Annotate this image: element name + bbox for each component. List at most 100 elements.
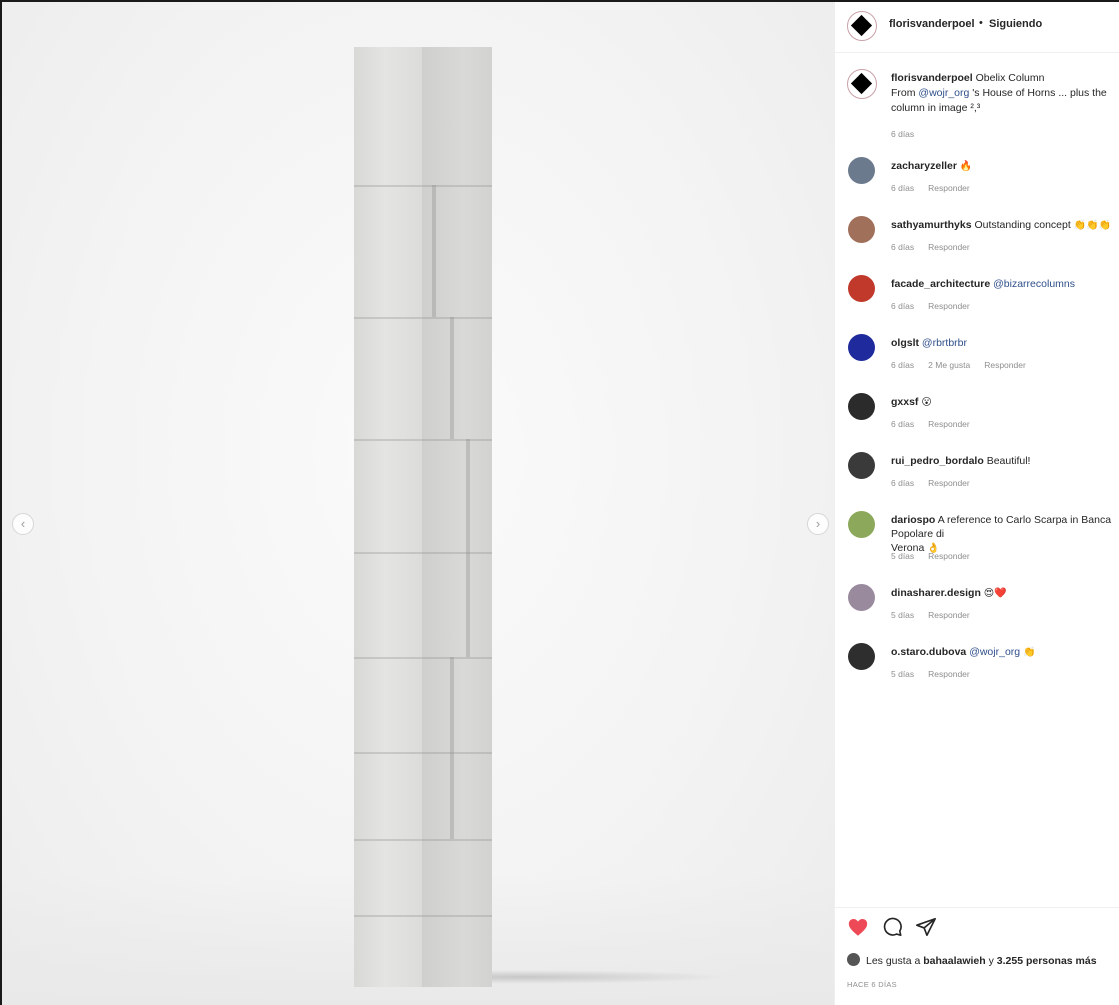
- caption-username[interactable]: florisvanderpoel: [891, 72, 973, 84]
- comment-item: dinasharer.design 😍❤️ 5 días Responder: [835, 584, 1119, 639]
- caption-mention[interactable]: @wojr_org: [918, 87, 969, 99]
- reply-button[interactable]: Responder: [984, 360, 1026, 370]
- chevron-left-icon[interactable]: ‹: [12, 513, 34, 535]
- commenter-username[interactable]: facade_architecture: [891, 278, 990, 290]
- likes-count[interactable]: 3.255 personas más: [997, 955, 1097, 967]
- comment-mention[interactable]: @wojr_org: [969, 646, 1020, 658]
- comment-emoji: 👏: [1023, 647, 1036, 658]
- commenter-avatar[interactable]: [848, 452, 875, 479]
- comment-mention[interactable]: @bizarrecolumns: [993, 278, 1075, 290]
- caption-time[interactable]: 6 días: [891, 129, 914, 139]
- commenter-avatar[interactable]: [848, 584, 875, 611]
- commenter-avatar[interactable]: [848, 511, 875, 538]
- caption-line2-rest: 's House of Horns ... plus the: [969, 87, 1107, 99]
- comment-text: facade_architecture @bizarrecolumns: [891, 277, 1119, 291]
- commenter-avatar[interactable]: [848, 393, 875, 420]
- post-timestamp[interactable]: HACE 6 DÍAS: [847, 980, 897, 989]
- post-image[interactable]: ‹ ›: [2, 2, 834, 1005]
- comment-likes[interactable]: 2 Me gusta: [928, 360, 970, 370]
- comment-text: sathyamurthyks Outstanding concept 👏👏👏: [891, 218, 1119, 233]
- commenter-username[interactable]: gxxsf: [891, 396, 918, 408]
- reply-button[interactable]: Responder: [928, 183, 970, 193]
- comment-text: dinasharer.design 😍❤️: [891, 586, 1119, 601]
- commenter-avatar[interactable]: [848, 157, 875, 184]
- comment-time[interactable]: 6 días: [891, 478, 914, 488]
- column-joint: [354, 915, 492, 917]
- commenter-avatar[interactable]: [848, 216, 875, 243]
- column-joint: [354, 317, 492, 319]
- caption-line3: column in image ²,³: [891, 102, 981, 114]
- comment-text: olgslt @rbrtbrbr: [891, 336, 1119, 350]
- comment-meta: 6 días Responder: [891, 478, 984, 488]
- comment-item: sathyamurthyks Outstanding concept 👏👏👏 6 …: [835, 216, 1119, 271]
- commenter-avatar[interactable]: [848, 643, 875, 670]
- comment-emoji: 🔥: [959, 161, 973, 172]
- caption-line2-prefix: From: [891, 87, 919, 99]
- commenter-username[interactable]: o.staro.dubova: [891, 646, 966, 658]
- commenter-username[interactable]: olgslt: [891, 337, 919, 349]
- reply-button[interactable]: Responder: [928, 419, 970, 429]
- commenter-username[interactable]: rui_pedro_bordalo: [891, 455, 984, 467]
- following-button[interactable]: Siguiendo: [989, 18, 1042, 30]
- reply-button[interactable]: Responder: [928, 242, 970, 252]
- column-step: [432, 185, 436, 317]
- comment-time[interactable]: 6 días: [891, 360, 914, 370]
- commenter-username[interactable]: sathyamurthyks: [891, 219, 972, 231]
- commenter-username[interactable]: zacharyzeller: [891, 160, 957, 172]
- comment-time[interactable]: 6 días: [891, 301, 914, 311]
- author-username[interactable]: florisvanderpoel: [889, 18, 975, 30]
- reply-button[interactable]: Responder: [928, 669, 970, 679]
- comment-item: facade_architecture @bizarrecolumns 6 dí…: [835, 275, 1119, 330]
- comment-item: o.staro.dubova @wojr_org 👏 5 días Responde…: [835, 643, 1119, 698]
- commenter-username[interactable]: dariospo: [891, 514, 935, 526]
- reply-button[interactable]: Responder: [928, 551, 970, 561]
- post-actions: Les gusta a bahaalawieh y 3.255 personas…: [835, 907, 1119, 1004]
- column-step: [450, 317, 454, 439]
- comment-time[interactable]: 6 días: [891, 242, 914, 252]
- comment-text: rui_pedro_bordalo Beautiful!: [891, 454, 1119, 468]
- comment-body: Outstanding concept: [974, 219, 1071, 231]
- comment-mention[interactable]: @rbrtbrbr: [922, 337, 967, 349]
- commenter-avatar[interactable]: [848, 275, 875, 302]
- liker-username[interactable]: bahaalawieh: [923, 955, 985, 967]
- comment-item: olgslt @rbrtbrbr 6 días 2 Me gusta Respond…: [835, 334, 1119, 389]
- comment-meta: 6 días Responder: [891, 301, 984, 311]
- share-icon[interactable]: [915, 916, 937, 938]
- chevron-right-icon[interactable]: ›: [807, 513, 829, 535]
- comment-text: zacharyzeller 🔥: [891, 159, 1119, 174]
- comment-body: Beautiful!: [986, 455, 1031, 467]
- commenter-username[interactable]: dinasharer.design: [891, 587, 981, 599]
- comment-time[interactable]: 6 días: [891, 183, 914, 193]
- column-joint: [354, 552, 492, 554]
- comment-emoji: 😍❤️: [983, 588, 1007, 599]
- likes-mid: y: [988, 955, 994, 967]
- comment-time[interactable]: 5 días: [891, 551, 914, 561]
- author-avatar[interactable]: [847, 11, 877, 41]
- comment-meta: 6 días Responder: [891, 419, 984, 429]
- comment-time[interactable]: 6 días: [891, 419, 914, 429]
- comment-emoji: 👏👏👏: [1073, 220, 1112, 231]
- comment-text: o.staro.dubova @wojr_org 👏: [891, 645, 1119, 660]
- stone-column: [354, 47, 492, 987]
- commenter-avatar[interactable]: [848, 334, 875, 361]
- comment-item: gxxsf 😮 6 días Responder: [835, 393, 1119, 448]
- caption-avatar[interactable]: [847, 69, 877, 99]
- comment-meta: 5 días Responder: [891, 669, 984, 679]
- reply-button[interactable]: Responder: [928, 478, 970, 488]
- likes-prefix: Les gusta a: [866, 955, 921, 967]
- column-joint: [354, 185, 492, 187]
- comment-meta: 5 días Responder: [891, 610, 984, 620]
- liker-avatar[interactable]: [847, 953, 860, 966]
- heart-icon[interactable]: [847, 916, 869, 938]
- comment-meta: 6 días Responder: [891, 242, 984, 252]
- comment-time[interactable]: 5 días: [891, 669, 914, 679]
- comment-meta: 6 días Responder: [891, 183, 984, 193]
- reply-button[interactable]: Responder: [928, 610, 970, 620]
- column-front-face: [354, 47, 422, 987]
- comment-text: gxxsf 😮: [891, 395, 1119, 410]
- column-shadow: [472, 970, 732, 984]
- reply-button[interactable]: Responder: [928, 301, 970, 311]
- comment-time[interactable]: 5 días: [891, 610, 914, 620]
- comment-icon[interactable]: [881, 916, 903, 938]
- comment-meta: 6 días 2 Me gusta Responder: [891, 360, 1040, 370]
